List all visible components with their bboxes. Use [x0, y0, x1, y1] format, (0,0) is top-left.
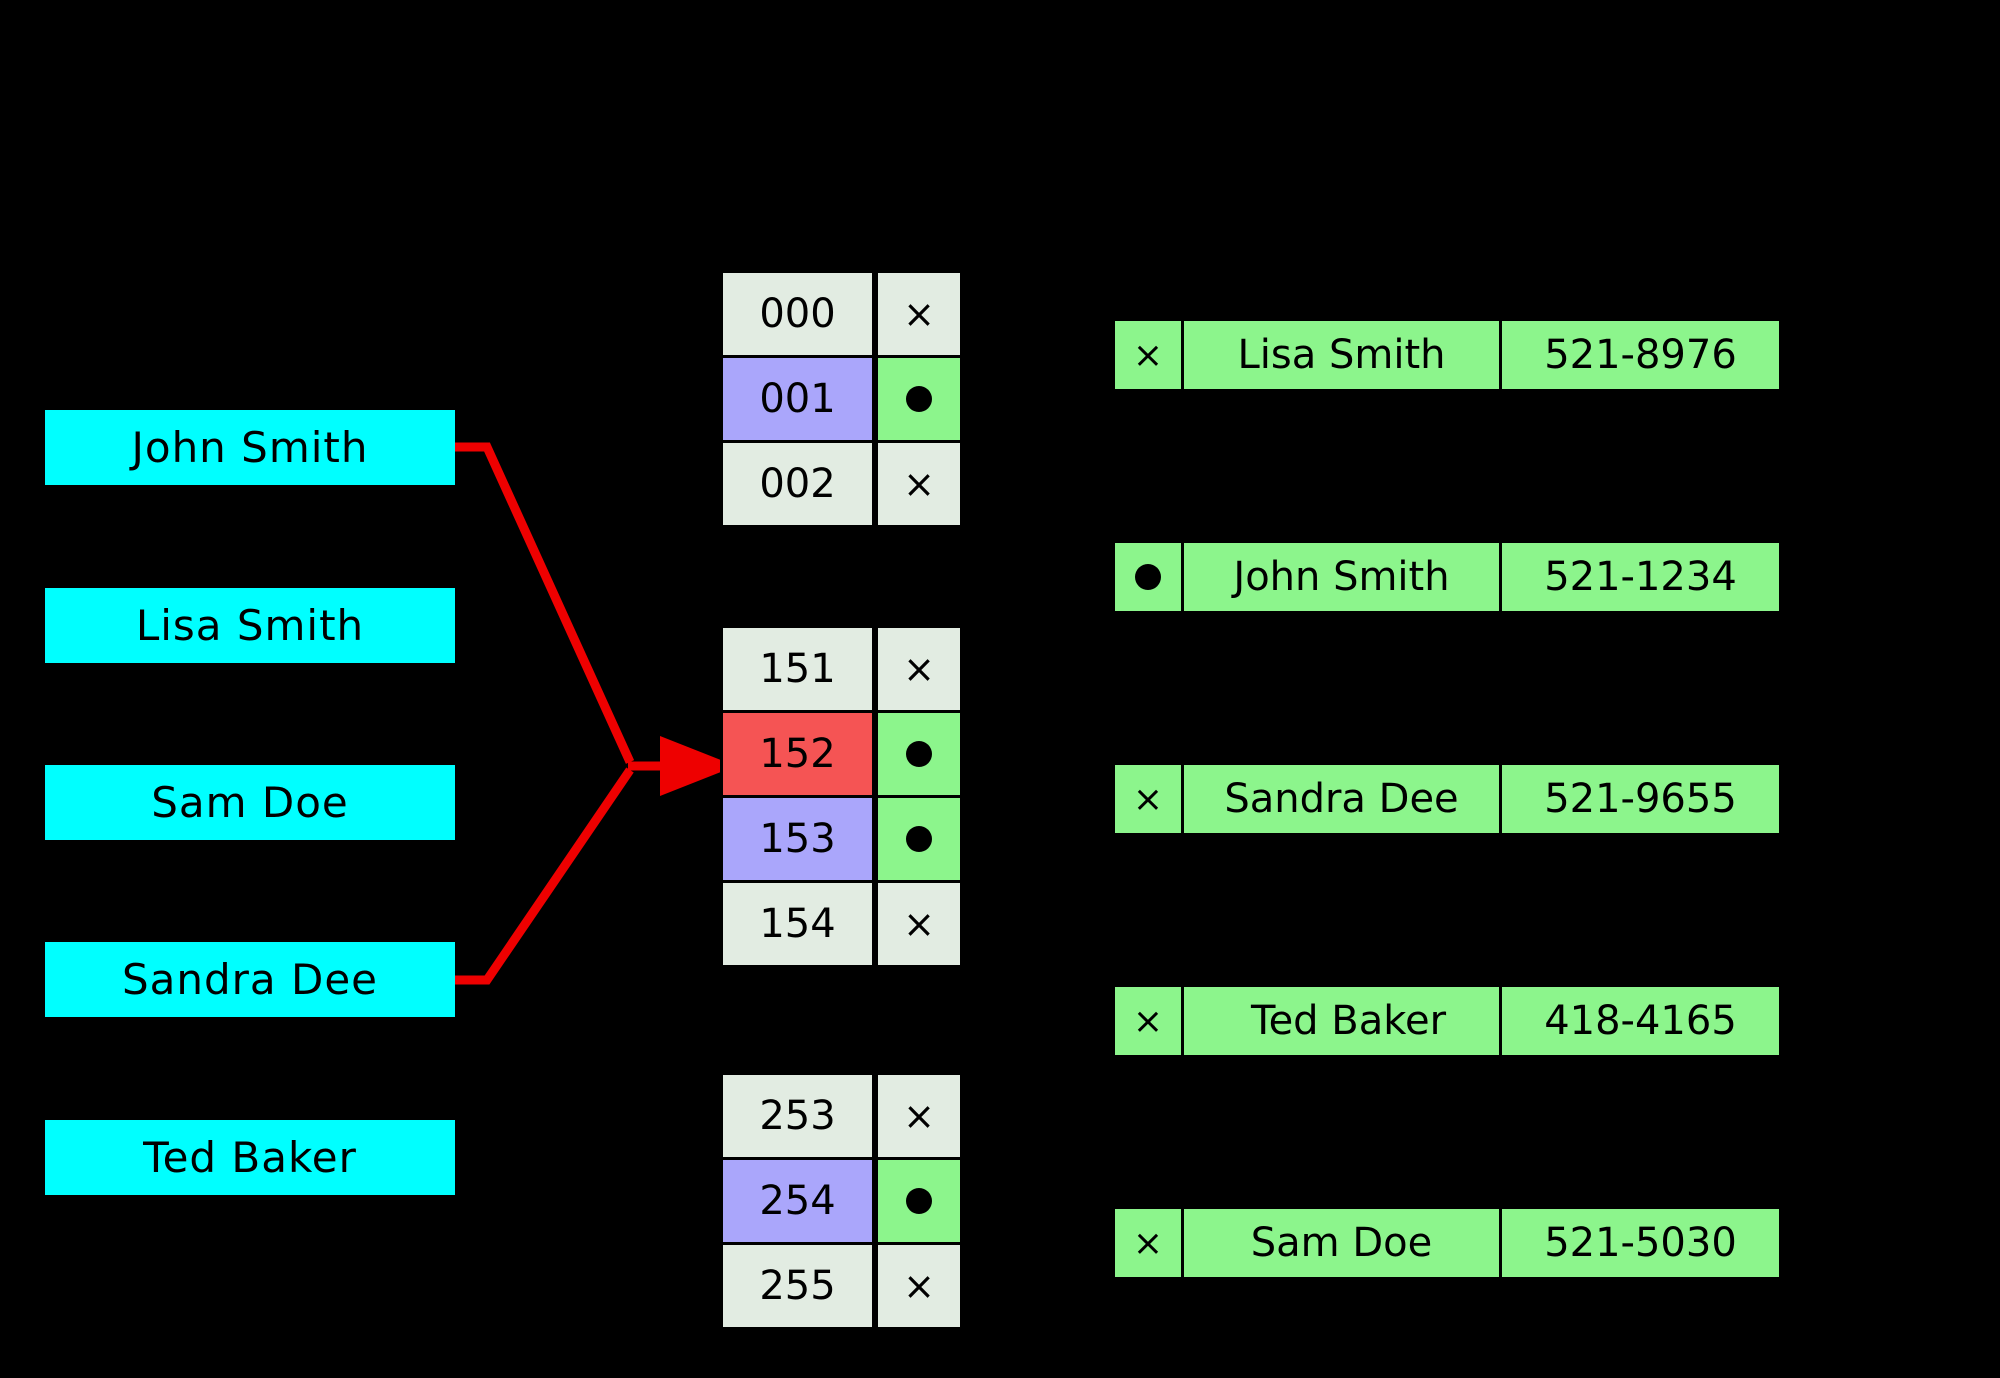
null-pointer-icon: ×: [1132, 778, 1164, 820]
linked-pointer-icon: [1135, 564, 1161, 590]
bucket-index-label: 254: [759, 1178, 836, 1224]
record-row-sandra-dee[interactable]: × Sandra Dee 521-9655: [1112, 762, 1782, 836]
bucket-row[interactable]: 002 ×: [720, 440, 963, 528]
bucket-index-label: 001: [759, 376, 836, 422]
null-pointer-icon: ×: [1132, 1000, 1164, 1042]
key-box-lisa-smith[interactable]: Lisa Smith: [45, 588, 455, 663]
record-phone-cell: 521-5030: [1502, 1206, 1782, 1280]
record-phone-cell: 521-9655: [1502, 762, 1782, 836]
record-name: Sandra Dee: [1224, 776, 1459, 822]
record-phone-cell: 418-4165: [1502, 984, 1782, 1058]
null-pointer-icon: ×: [903, 1094, 935, 1138]
bucket-index-cell[interactable]: 153: [720, 795, 875, 883]
record-name-cell: Ted Baker: [1184, 984, 1502, 1058]
key-label: Ted Baker: [143, 1133, 357, 1182]
bucket-row[interactable]: 001: [720, 355, 963, 443]
record-name: John Smith: [1233, 554, 1450, 600]
record-pointer-cell[interactable]: [1112, 540, 1184, 614]
bucket-index-label: 151: [759, 646, 836, 692]
record-row-ted-baker[interactable]: × Ted Baker 418-4165: [1112, 984, 1782, 1058]
key-label: Sam Doe: [151, 778, 349, 827]
bucket-group-bottom: 253 × 254 255 ×: [720, 1072, 963, 1330]
bucket-index-label: 153: [759, 816, 836, 862]
record-name-cell: John Smith: [1184, 540, 1502, 614]
null-pointer-icon: ×: [903, 902, 935, 946]
bucket-index-cell-target[interactable]: 152: [720, 710, 875, 798]
bucket-pointer-cell[interactable]: [875, 355, 963, 443]
record-name-cell: Lisa Smith: [1184, 318, 1502, 392]
null-pointer-icon: ×: [903, 1264, 935, 1308]
null-pointer-icon: ×: [1132, 334, 1164, 376]
record-phone: 521-9655: [1544, 776, 1737, 822]
linked-pointer-icon: [906, 1188, 932, 1214]
diagram-canvas: John Smith Lisa Smith Sam Doe Sandra Dee…: [0, 0, 2000, 1378]
null-pointer-icon: ×: [903, 647, 935, 691]
bucket-pointer-cell[interactable]: ×: [875, 880, 963, 968]
bucket-pointer-cell[interactable]: [875, 710, 963, 798]
bucket-row[interactable]: 153: [720, 795, 963, 883]
record-phone: 521-5030: [1544, 1220, 1737, 1266]
bucket-pointer-cell[interactable]: ×: [875, 1242, 963, 1330]
record-phone-cell: 521-8976: [1502, 318, 1782, 392]
linked-pointer-icon: [906, 741, 932, 767]
key-box-sandra-dee[interactable]: Sandra Dee: [45, 942, 455, 1017]
record-phone: 521-1234: [1544, 554, 1737, 600]
record-pointer-cell[interactable]: ×: [1112, 762, 1184, 836]
record-phone: 418-4165: [1544, 998, 1737, 1044]
linked-pointer-icon: [906, 386, 932, 412]
bucket-index-cell[interactable]: 000: [720, 270, 875, 358]
record-pointer-cell[interactable]: ×: [1112, 984, 1184, 1058]
bucket-index-cell[interactable]: 255: [720, 1242, 875, 1330]
key-box-sam-doe[interactable]: Sam Doe: [45, 765, 455, 840]
null-pointer-icon: ×: [1132, 1222, 1164, 1264]
record-row-sam-doe[interactable]: × Sam Doe 521-5030: [1112, 1206, 1782, 1280]
record-name: Sam Doe: [1250, 1220, 1433, 1266]
bucket-pointer-cell[interactable]: ×: [875, 625, 963, 713]
record-pointer-cell[interactable]: ×: [1112, 1206, 1184, 1280]
bucket-index-cell[interactable]: 151: [720, 625, 875, 713]
key-box-john-smith[interactable]: John Smith: [45, 410, 455, 485]
record-phone: 521-8976: [1544, 332, 1737, 378]
bucket-index-label: 154: [759, 901, 836, 947]
record-row-lisa-smith[interactable]: × Lisa Smith 521-8976: [1112, 318, 1782, 392]
bucket-pointer-cell[interactable]: [875, 1157, 963, 1245]
bucket-group-top: 000 × 001 002 ×: [720, 270, 963, 528]
bucket-pointer-cell[interactable]: ×: [875, 270, 963, 358]
bucket-row[interactable]: 253 ×: [720, 1072, 963, 1160]
record-name: Ted Baker: [1250, 998, 1447, 1044]
bucket-row-target[interactable]: 152: [720, 710, 963, 798]
bucket-row[interactable]: 255 ×: [720, 1242, 963, 1330]
record-name: Lisa Smith: [1237, 332, 1446, 378]
bucket-index-label: 002: [759, 461, 836, 507]
record-pointer-cell[interactable]: ×: [1112, 318, 1184, 392]
record-phone-cell: 521-1234: [1502, 540, 1782, 614]
bucket-index-label: 255: [759, 1263, 836, 1309]
bucket-group-middle: 151 × 152 153 154 ×: [720, 625, 963, 968]
bucket-pointer-cell[interactable]: ×: [875, 1072, 963, 1160]
bucket-pointer-cell[interactable]: ×: [875, 440, 963, 528]
bucket-index-label: 000: [759, 291, 836, 337]
record-row-john-smith[interactable]: John Smith 521-1234: [1112, 540, 1782, 614]
key-label: Lisa Smith: [135, 601, 365, 650]
bucket-index-label: 253: [759, 1093, 836, 1139]
bucket-row[interactable]: 000 ×: [720, 270, 963, 358]
key-label: John Smith: [131, 423, 369, 472]
key-label: Sandra Dee: [121, 955, 379, 1004]
linked-pointer-icon: [906, 826, 932, 852]
null-pointer-icon: ×: [903, 462, 935, 506]
bucket-row[interactable]: 154 ×: [720, 880, 963, 968]
bucket-index-cell[interactable]: 002: [720, 440, 875, 528]
bucket-index-cell[interactable]: 254: [720, 1157, 875, 1245]
bucket-index-cell[interactable]: 001: [720, 355, 875, 443]
bucket-row[interactable]: 254: [720, 1157, 963, 1245]
key-box-ted-baker[interactable]: Ted Baker: [45, 1120, 455, 1195]
bucket-index-label: 152: [759, 731, 836, 777]
record-name-cell: Sandra Dee: [1184, 762, 1502, 836]
record-name-cell: Sam Doe: [1184, 1206, 1502, 1280]
bucket-row[interactable]: 151 ×: [720, 625, 963, 713]
bucket-index-cell[interactable]: 253: [720, 1072, 875, 1160]
bucket-pointer-cell[interactable]: [875, 795, 963, 883]
bucket-index-cell[interactable]: 154: [720, 880, 875, 968]
null-pointer-icon: ×: [903, 292, 935, 336]
